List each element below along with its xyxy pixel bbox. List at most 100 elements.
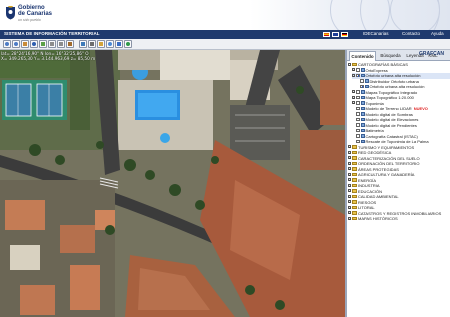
expand-icon[interactable]: + (348, 172, 351, 176)
expand-icon[interactable]: + (348, 211, 351, 215)
map-toolbar (0, 39, 450, 50)
layer-icon (360, 101, 365, 105)
tab-contenido[interactable]: Contenido (349, 51, 376, 61)
measure-area-button[interactable] (79, 40, 87, 48)
system-title: SISTEMA DE INFORMACIÓN TERRITORIAL (4, 31, 100, 36)
tree-item-label: RED GEODÉSICA (358, 150, 392, 155)
tree-item-label: OrtoExpress (365, 67, 388, 73)
orthophoto-image (0, 50, 345, 317)
expand-icon[interactable]: + (348, 156, 351, 160)
folder-icon (352, 156, 357, 160)
expand-icon[interactable]: + (348, 194, 351, 198)
tree-folder[interactable]: + MAPAS HISTÓRICOS (348, 216, 450, 222)
folder-icon (352, 205, 357, 210)
expand-icon[interactable]: + (348, 150, 351, 154)
layers-button[interactable] (115, 40, 123, 48)
tree-item-label: ÁREAS PROTEGIDAS (358, 166, 399, 172)
map-view[interactable] (0, 50, 345, 317)
extent-button[interactable] (39, 40, 47, 48)
tab-busqueda[interactable]: Búsqueda (378, 51, 403, 61)
expand-icon[interactable]: + (348, 178, 351, 182)
logo-tagline: un sólo pueblo (18, 18, 41, 22)
expand-icon[interactable]: + (352, 95, 355, 99)
layer-checkbox[interactable] (356, 90, 360, 94)
tree-item-label: Modelo digital de Pendientes (365, 122, 417, 128)
expand-icon[interactable]: + (348, 183, 351, 187)
layer-icon (360, 106, 365, 111)
layer-checkbox[interactable] (356, 123, 360, 127)
flag-gb-icon[interactable] (332, 32, 339, 37)
top-navbar: SISTEMA DE INFORMACIÓN TERRITORIAL IDECa… (0, 30, 450, 39)
tree-item-label: Batimetría (365, 128, 384, 133)
expand-icon[interactable]: + (348, 216, 351, 220)
layer-icon (360, 68, 365, 72)
search-button[interactable] (106, 40, 114, 48)
tree-item-label: MAPAS HISTÓRICOS (358, 216, 398, 221)
layer-checkbox[interactable] (356, 95, 360, 100)
layer-checkbox[interactable] (356, 73, 360, 78)
layer-checkbox[interactable] (356, 68, 360, 72)
expand-icon[interactable]: + (348, 189, 351, 193)
layer-checkbox[interactable] (360, 79, 364, 83)
expand-icon[interactable]: + (352, 90, 355, 94)
next-extent-button[interactable] (57, 40, 65, 48)
ayuda-link[interactable]: Ayuda (431, 31, 444, 36)
flag-de-icon[interactable] (341, 32, 348, 37)
pan-button[interactable] (21, 40, 29, 48)
tree-item-label: Mapas Topográfico Integrado (365, 89, 418, 95)
tree-item-label: Rescate de Toponimia de La Palma (365, 139, 429, 144)
expand-icon[interactable]: + (352, 101, 355, 105)
tree-item-label: CALIDAD AMBIENTAL (358, 194, 399, 199)
header-decoration (250, 0, 450, 50)
collapse-icon[interactable]: - (352, 73, 355, 77)
expand-icon[interactable]: + (348, 161, 351, 165)
expand-icon[interactable]: + (348, 145, 351, 149)
layer-checkbox[interactable] (356, 101, 360, 105)
layer-checkbox[interactable] (356, 117, 360, 122)
layer-icon (360, 90, 365, 94)
zoom-out-button[interactable] (12, 40, 20, 48)
tree-item-label: Distribuidor Ortofoto urbana (369, 78, 419, 84)
coordinates-readout: lat= 28°24'16,90" N lon= 16°32'25,86" O … (1, 51, 95, 61)
layer-checkbox[interactable] (356, 128, 360, 133)
folder-icon (352, 167, 357, 171)
folder-icon (352, 200, 357, 204)
tree-item-label: CARACTERIZACIÓN DEL SUELO (358, 155, 420, 161)
contacto-link[interactable]: Contacto (402, 31, 420, 36)
logo-text: de Canarias (18, 11, 53, 17)
folder-icon (352, 216, 357, 221)
print-button[interactable] (88, 40, 96, 48)
new-badge: NUEVO (413, 106, 428, 111)
tree-item-label: Toponimia (365, 100, 384, 106)
bookmark-button[interactable] (97, 40, 105, 48)
expand-icon[interactable]: + (352, 68, 355, 72)
measure-distance-button[interactable] (66, 40, 74, 48)
tree-item-label: INDUSTRIA (358, 183, 380, 188)
folder-icon (352, 183, 357, 188)
expand-icon[interactable]: + (348, 205, 351, 209)
expand-icon[interactable]: + (348, 167, 351, 171)
layer-checkbox[interactable] (356, 112, 360, 116)
help-button[interactable] (124, 40, 132, 48)
previous-extent-button[interactable] (48, 40, 56, 48)
collapse-icon[interactable]: - (348, 62, 351, 66)
tree-item-label: RIESGOS (358, 199, 377, 205)
layer-checkbox[interactable] (356, 134, 360, 138)
header: Gobierno de Canarias un sólo pueblo (0, 0, 450, 50)
layer-icon (360, 128, 365, 133)
tree-item-label: CARTOGRAFÍAS BÁSICAS (358, 62, 408, 67)
info-button[interactable] (30, 40, 38, 48)
layer-icon (360, 95, 365, 100)
layer-checkbox[interactable] (360, 84, 364, 89)
expand-icon[interactable]: + (348, 200, 351, 204)
layer-checkbox[interactable] (356, 106, 360, 111)
zoom-in-button[interactable] (3, 40, 11, 48)
layer-icon (364, 79, 369, 83)
layer-checkbox[interactable] (356, 139, 360, 144)
flag-es-icon[interactable] (323, 32, 330, 37)
layer-icon (360, 73, 365, 78)
tree-item-label: Modelo digital de Sombras (365, 111, 413, 117)
layer-icon (360, 117, 365, 122)
tree-item-label: Modelo digital de Elevaciones (365, 117, 419, 122)
idecanarias-link[interactable]: IDECanarias (363, 31, 389, 36)
